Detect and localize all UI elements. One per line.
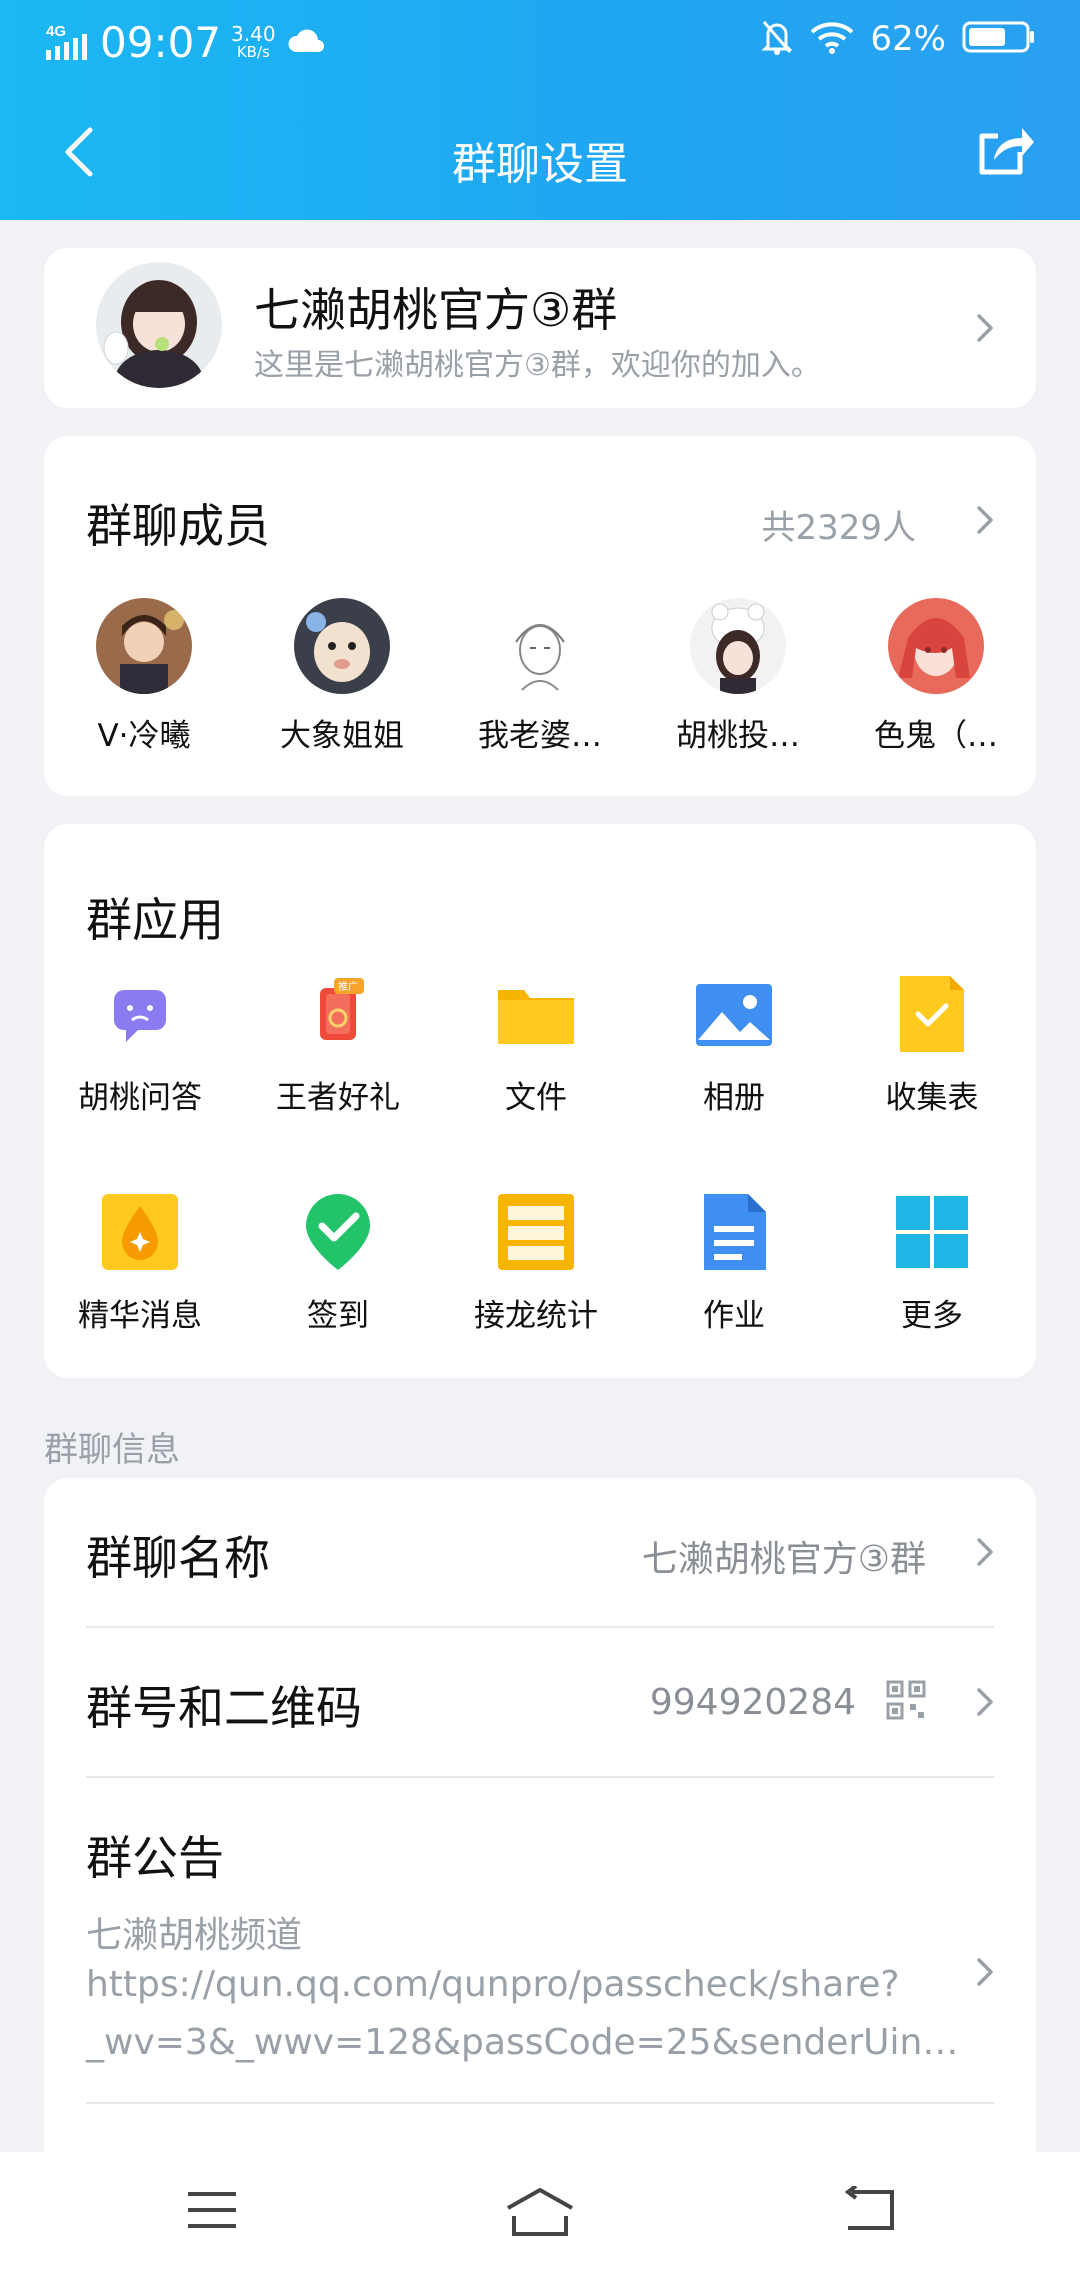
app-label: 收集表 <box>885 1080 979 1116</box>
app-checkin[interactable]: 签到 <box>243 1192 433 1335</box>
notice-text: https://qun.qq.com/qunpro/passcheck/shar… <box>86 1964 900 2005</box>
qr-code-icon <box>886 1680 926 1724</box>
svg-text:4G: 4G <box>46 23 66 40</box>
chevron-right-icon[interactable] <box>974 504 996 536</box>
cloud-icon <box>286 26 326 60</box>
homework-doc-icon <box>694 1192 774 1272</box>
clock: 09:07 <box>100 18 222 67</box>
back-icon[interactable] <box>842 2184 898 2238</box>
form-check-icon <box>892 974 972 1054</box>
member-item[interactable]: 色鬼（… <box>851 598 1021 755</box>
group-profile-card[interactable]: 七濑胡桃官方③群 这里是七濑胡桃官方③群，欢迎你的加入。 <box>44 248 1036 408</box>
member-item[interactable]: 胡桃投… <box>653 598 823 755</box>
group-info-card: 群聊名称 七濑胡桃官方③群 群号和二维码 994920284 群公告 七濑胡桃频… <box>44 1478 1036 2238</box>
share-icon[interactable] <box>976 122 1036 182</box>
member-name: 大象姐姐 <box>280 718 404 754</box>
checkin-pin-icon <box>298 1192 378 1272</box>
members-title: 群聊成员 <box>86 499 270 553</box>
group-name: 七濑胡桃官方③群 <box>254 283 618 337</box>
member-name: 胡桃投… <box>676 718 800 754</box>
member-item[interactable]: 我老婆… <box>455 598 625 755</box>
menu-icon[interactable] <box>184 2186 240 2238</box>
members-card: 群聊成员 共2329人 V·冷曦 大象姐姐 我老婆… 胡桃投… 色鬼（… <box>44 436 1036 796</box>
chevron-right-icon <box>974 312 996 344</box>
home-icon[interactable] <box>504 2186 576 2242</box>
group-number-row[interactable]: 群号和二维码 994920284 <box>44 1628 1036 1778</box>
chevron-right-icon <box>974 1686 996 1718</box>
app-form[interactable]: 收集表 <box>837 974 1027 1117</box>
svg-text:推广: 推广 <box>338 980 358 993</box>
grid-more-icon <box>892 1192 972 1272</box>
app-gift[interactable]: 推广 王者好礼 <box>243 974 433 1117</box>
row-label: 群号和二维码 <box>86 1681 362 1735</box>
gift-icon: 推广 <box>298 974 378 1054</box>
app-label: 胡桃问答 <box>78 1080 202 1116</box>
member-list: V·冷曦 大象姐姐 我老婆… 胡桃投… 色鬼（… <box>44 598 1036 758</box>
notice-text: _wv=3&_wwv=128&passCode=25&senderUin… <box>86 2022 959 2063</box>
network-speed: 3.40 KB/s <box>231 21 276 61</box>
avatar <box>888 598 984 694</box>
app-label: 文件 <box>505 1080 567 1116</box>
wifi-icon <box>810 20 854 58</box>
row-label: 群公告 <box>86 1831 224 1885</box>
chevron-right-icon <box>974 1956 996 1988</box>
section-label: 群聊信息 <box>44 1430 180 1470</box>
qa-bubble-icon <box>100 974 180 1054</box>
app-label: 相册 <box>703 1080 765 1116</box>
member-item[interactable]: V·冷曦 <box>59 598 229 755</box>
battery-icon <box>962 19 1036 59</box>
app-label: 更多 <box>901 1298 963 1334</box>
status-bar: 4G 09:07 3.40 KB/s 62% <box>0 0 1080 86</box>
nav-bar: 群聊设置 <box>0 100 1080 210</box>
group-description: 这里是七濑胡桃官方③群，欢迎你的加入。 <box>254 348 821 383</box>
app-label: 精华消息 <box>78 1298 202 1334</box>
essence-drop-icon <box>100 1192 180 1272</box>
folder-icon <box>496 974 576 1054</box>
apps-title: 群应用 <box>86 893 224 947</box>
member-item[interactable]: 大象姐姐 <box>257 598 427 755</box>
group-notice-row[interactable]: 群公告 七濑胡桃频道 https://qun.qq.com/qunpro/pas… <box>44 1778 1036 2104</box>
row-label: 群聊名称 <box>86 1531 270 1585</box>
signal-icon: 4G <box>44 22 90 64</box>
app-homework[interactable]: 作业 <box>639 1192 829 1335</box>
group-apps-card: 群应用 胡桃问答 推广 王者好礼 文件 相册 收集表 精华消息 签到 接龙统计 … <box>44 824 1036 1378</box>
member-name: 色鬼（… <box>874 718 998 754</box>
app-album[interactable]: 相册 <box>639 974 829 1117</box>
app-label: 接龙统计 <box>474 1298 598 1334</box>
app-chain[interactable]: 接龙统计 <box>441 1192 631 1335</box>
app-label: 签到 <box>307 1298 369 1334</box>
app-header: 4G 09:07 3.40 KB/s 62% 群聊设置 <box>0 0 1080 220</box>
app-more[interactable]: 更多 <box>837 1192 1027 1335</box>
divider <box>86 2102 994 2104</box>
app-files[interactable]: 文件 <box>441 974 631 1117</box>
app-qa[interactable]: 胡桃问答 <box>45 974 235 1117</box>
app-essence[interactable]: 精华消息 <box>45 1192 235 1335</box>
chevron-right-icon <box>974 1536 996 1568</box>
mute-icon <box>760 18 794 60</box>
group-avatar <box>96 262 222 388</box>
page-title: 群聊设置 <box>452 139 628 190</box>
avatar <box>492 598 588 694</box>
member-name: V·冷曦 <box>97 718 191 754</box>
notice-text: 七濑胡桃频道 <box>86 1915 303 1956</box>
system-nav-bar <box>0 2152 1080 2280</box>
app-label: 作业 <box>703 1298 765 1334</box>
list-icon <box>496 1192 576 1272</box>
avatar <box>96 598 192 694</box>
row-value: 七濑胡桃官方③群 <box>641 1539 926 1580</box>
app-label: 王者好礼 <box>276 1080 400 1116</box>
group-number: 994920284 <box>649 1682 856 1723</box>
avatar <box>294 598 390 694</box>
member-name: 我老婆… <box>478 718 602 754</box>
photo-icon <box>694 974 774 1054</box>
avatar <box>690 598 786 694</box>
group-name-row[interactable]: 群聊名称 七濑胡桃官方③群 <box>44 1478 1036 1628</box>
battery-percent: 62% <box>870 19 946 59</box>
member-count[interactable]: 共2329人 <box>761 500 916 549</box>
